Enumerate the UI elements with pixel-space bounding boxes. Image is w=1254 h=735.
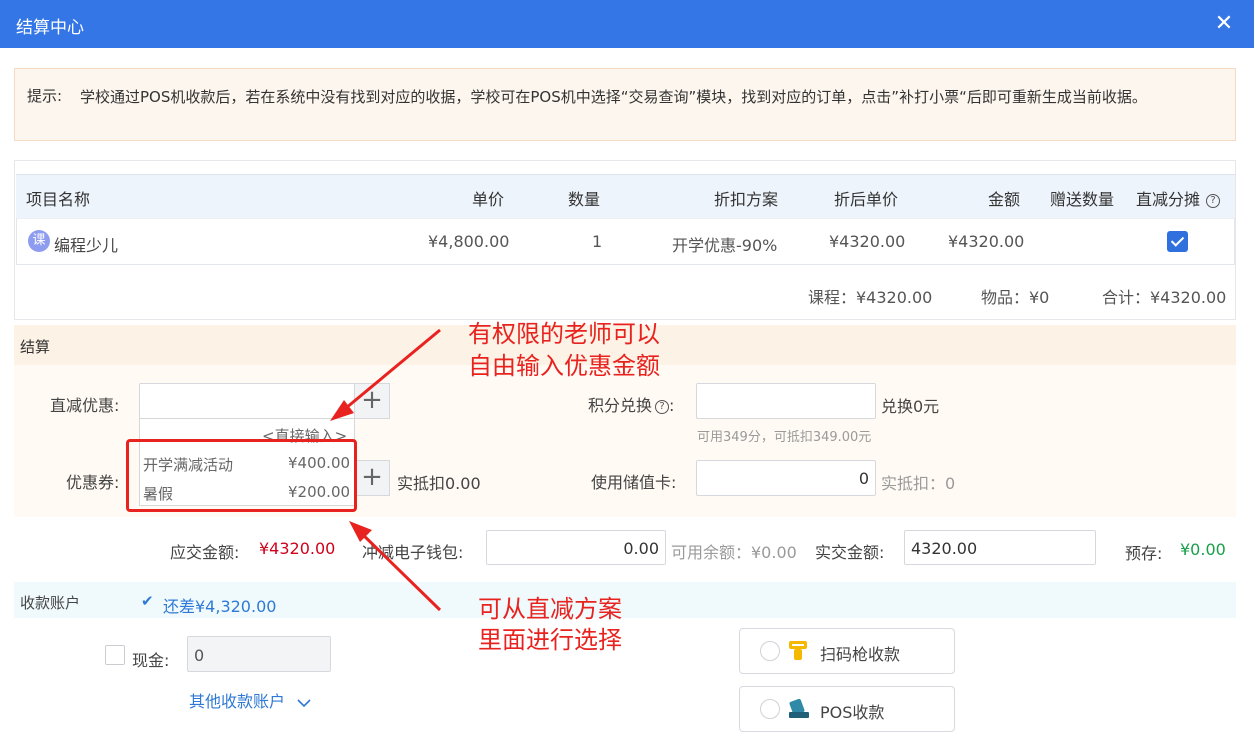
annotation-top-line1: 有权限的老师可以 [468,320,660,348]
annotation-bottom-line2: 里面进行选择 [478,626,622,654]
annotation-bottom-line1: 可从直减方案 [478,595,622,623]
annotation-top-line2: 自由输入优惠金额 [468,352,660,380]
